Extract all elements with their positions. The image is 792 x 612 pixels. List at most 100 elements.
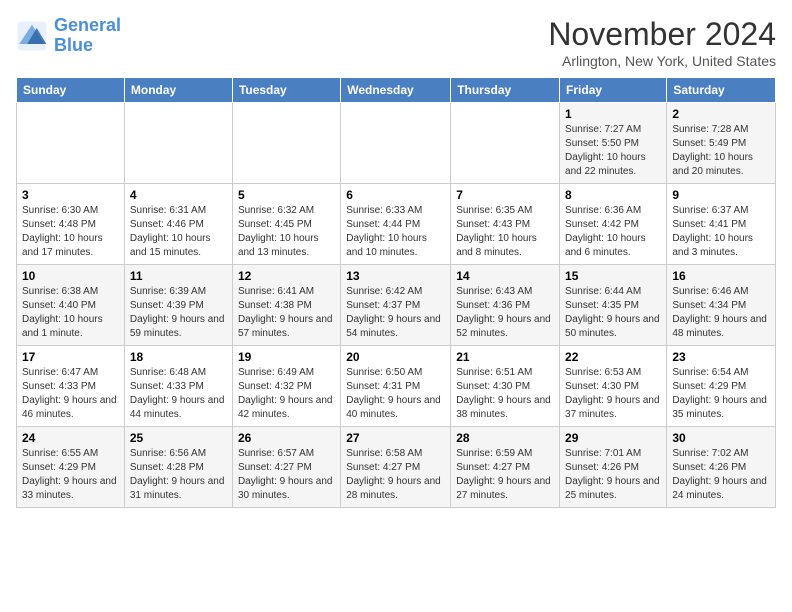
calendar-cell: 8 Sunrise: 6:36 AM Sunset: 4:42 PM Daylig… <box>560 184 667 265</box>
day-number: 9 <box>672 188 770 202</box>
day-number: 20 <box>346 350 445 364</box>
day-number: 8 <box>565 188 661 202</box>
header-cell: Thursday <box>451 78 560 103</box>
calendar-cell: 2 Sunrise: 7:28 AM Sunset: 5:49 PM Daylig… <box>667 103 776 184</box>
day-info: Sunrise: 6:36 AM Sunset: 4:42 PM Dayligh… <box>565 204 661 260</box>
day-info: Sunrise: 6:30 AM Sunset: 4:48 PM Dayligh… <box>22 204 119 260</box>
calendar-cell: 23 Sunrise: 6:54 AM Sunset: 4:29 PM Dayli… <box>667 346 776 427</box>
day-info: Sunrise: 6:35 AM Sunset: 4:43 PM Dayligh… <box>456 204 554 260</box>
day-info: Sunrise: 6:37 AM Sunset: 4:41 PM Dayligh… <box>672 204 770 260</box>
day-info: Sunrise: 6:47 AM Sunset: 4:33 PM Dayligh… <box>22 366 119 422</box>
day-info: Sunrise: 7:27 AM Sunset: 5:50 PM Dayligh… <box>565 123 661 179</box>
header-cell: Saturday <box>667 78 776 103</box>
calendar-cell <box>124 103 232 184</box>
header-row: SundayMondayTuesdayWednesdayThursdayFrid… <box>17 78 776 103</box>
day-info: Sunrise: 6:53 AM Sunset: 4:30 PM Dayligh… <box>565 366 661 422</box>
calendar-body: 1 Sunrise: 7:27 AM Sunset: 5:50 PM Daylig… <box>17 103 776 508</box>
day-info: Sunrise: 6:44 AM Sunset: 4:35 PM Dayligh… <box>565 285 661 341</box>
day-number: 18 <box>130 350 227 364</box>
calendar-cell: 6Sunrise: 6:33 AM Sunset: 4:44 PM Daylig… <box>341 184 451 265</box>
day-number: 3 <box>22 188 119 202</box>
day-number: 15 <box>565 269 661 283</box>
day-info: Sunrise: 6:59 AM Sunset: 4:27 PM Dayligh… <box>456 447 554 503</box>
logo: General Blue <box>16 16 121 56</box>
calendar-cell: 18Sunrise: 6:48 AM Sunset: 4:33 PM Dayli… <box>124 346 232 427</box>
calendar-cell: 26Sunrise: 6:57 AM Sunset: 4:27 PM Dayli… <box>232 427 340 508</box>
calendar-cell: 22 Sunrise: 6:53 AM Sunset: 4:30 PM Dayli… <box>560 346 667 427</box>
calendar-cell: 11 Sunrise: 6:39 AM Sunset: 4:39 PM Dayli… <box>124 265 232 346</box>
day-info: Sunrise: 6:51 AM Sunset: 4:30 PM Dayligh… <box>456 366 554 422</box>
day-info: Sunrise: 6:54 AM Sunset: 4:29 PM Dayligh… <box>672 366 770 422</box>
calendar-cell: 16 Sunrise: 6:46 AM Sunset: 4:34 PM Dayli… <box>667 265 776 346</box>
calendar-cell: 30Sunrise: 7:02 AM Sunset: 4:26 PM Dayli… <box>667 427 776 508</box>
calendar-cell: 20Sunrise: 6:50 AM Sunset: 4:31 PM Dayli… <box>341 346 451 427</box>
day-info: Sunrise: 6:31 AM Sunset: 4:46 PM Dayligh… <box>130 204 227 260</box>
day-number: 28 <box>456 431 554 445</box>
calendar-week-row: 24Sunrise: 6:55 AM Sunset: 4:29 PM Dayli… <box>17 427 776 508</box>
calendar-cell: 15 Sunrise: 6:44 AM Sunset: 4:35 PM Dayli… <box>560 265 667 346</box>
calendar-cell: 9 Sunrise: 6:37 AM Sunset: 4:41 PM Daylig… <box>667 184 776 265</box>
day-number: 17 <box>22 350 119 364</box>
day-number: 29 <box>565 431 661 445</box>
month-title: November 2024 <box>548 16 776 53</box>
day-number: 6 <box>346 188 445 202</box>
calendar-header: SundayMondayTuesdayWednesdayThursdayFrid… <box>17 78 776 103</box>
day-number: 16 <box>672 269 770 283</box>
calendar-cell: 5Sunrise: 6:32 AM Sunset: 4:45 PM Daylig… <box>232 184 340 265</box>
calendar-table: SundayMondayTuesdayWednesdayThursdayFrid… <box>16 77 776 508</box>
calendar-cell <box>17 103 125 184</box>
calendar-cell: 25 Sunrise: 6:56 AM Sunset: 4:28 PM Dayli… <box>124 427 232 508</box>
calendar-cell: 17 Sunrise: 6:47 AM Sunset: 4:33 PM Dayli… <box>17 346 125 427</box>
header-cell: Friday <box>560 78 667 103</box>
header-cell: Sunday <box>17 78 125 103</box>
day-number: 22 <box>565 350 661 364</box>
calendar-cell <box>451 103 560 184</box>
calendar-cell: 24Sunrise: 6:55 AM Sunset: 4:29 PM Dayli… <box>17 427 125 508</box>
day-number: 11 <box>130 269 227 283</box>
calendar-cell: 10 Sunrise: 6:38 AM Sunset: 4:40 PM Dayli… <box>17 265 125 346</box>
day-number: 23 <box>672 350 770 364</box>
day-number: 19 <box>238 350 335 364</box>
day-number: 27 <box>346 431 445 445</box>
day-info: Sunrise: 6:39 AM Sunset: 4:39 PM Dayligh… <box>130 285 227 341</box>
day-number: 21 <box>456 350 554 364</box>
day-info: Sunrise: 6:57 AM Sunset: 4:27 PM Dayligh… <box>238 447 335 503</box>
day-number: 10 <box>22 269 119 283</box>
calendar-cell: 21 Sunrise: 6:51 AM Sunset: 4:30 PM Dayli… <box>451 346 560 427</box>
day-info: Sunrise: 6:49 AM Sunset: 4:32 PM Dayligh… <box>238 366 335 422</box>
day-number: 13 <box>346 269 445 283</box>
day-number: 7 <box>456 188 554 202</box>
day-number: 14 <box>456 269 554 283</box>
title-block: November 2024 Arlington, New York, Unite… <box>548 16 776 69</box>
header-cell: Tuesday <box>232 78 340 103</box>
calendar-week-row: 17 Sunrise: 6:47 AM Sunset: 4:33 PM Dayli… <box>17 346 776 427</box>
header-cell: Wednesday <box>341 78 451 103</box>
day-number: 5 <box>238 188 335 202</box>
day-info: Sunrise: 6:46 AM Sunset: 4:34 PM Dayligh… <box>672 285 770 341</box>
day-number: 25 <box>130 431 227 445</box>
calendar-cell: 29 Sunrise: 7:01 AM Sunset: 4:26 PM Dayli… <box>560 427 667 508</box>
calendar-cell <box>341 103 451 184</box>
day-info: Sunrise: 6:41 AM Sunset: 4:38 PM Dayligh… <box>238 285 335 341</box>
calendar-week-row: 10 Sunrise: 6:38 AM Sunset: 4:40 PM Dayli… <box>17 265 776 346</box>
logo-text: General Blue <box>54 16 121 56</box>
day-info: Sunrise: 7:28 AM Sunset: 5:49 PM Dayligh… <box>672 123 770 179</box>
day-number: 2 <box>672 107 770 121</box>
calendar-week-row: 1 Sunrise: 7:27 AM Sunset: 5:50 PM Daylig… <box>17 103 776 184</box>
day-number: 24 <box>22 431 119 445</box>
day-info: Sunrise: 7:01 AM Sunset: 4:26 PM Dayligh… <box>565 447 661 503</box>
logo-icon <box>16 20 48 52</box>
day-number: 12 <box>238 269 335 283</box>
day-info: Sunrise: 6:56 AM Sunset: 4:28 PM Dayligh… <box>130 447 227 503</box>
calendar-cell <box>232 103 340 184</box>
calendar-cell: 4Sunrise: 6:31 AM Sunset: 4:46 PM Daylig… <box>124 184 232 265</box>
location-subtitle: Arlington, New York, United States <box>548 53 776 69</box>
day-number: 1 <box>565 107 661 121</box>
day-info: Sunrise: 6:38 AM Sunset: 4:40 PM Dayligh… <box>22 285 119 341</box>
calendar-cell: 1 Sunrise: 7:27 AM Sunset: 5:50 PM Daylig… <box>560 103 667 184</box>
calendar-cell: 13Sunrise: 6:42 AM Sunset: 4:37 PM Dayli… <box>341 265 451 346</box>
calendar-cell: 3 Sunrise: 6:30 AM Sunset: 4:48 PM Daylig… <box>17 184 125 265</box>
page-header: General Blue November 2024 Arlington, Ne… <box>16 16 776 69</box>
day-info: Sunrise: 7:02 AM Sunset: 4:26 PM Dayligh… <box>672 447 770 503</box>
calendar-cell: 7 Sunrise: 6:35 AM Sunset: 4:43 PM Daylig… <box>451 184 560 265</box>
